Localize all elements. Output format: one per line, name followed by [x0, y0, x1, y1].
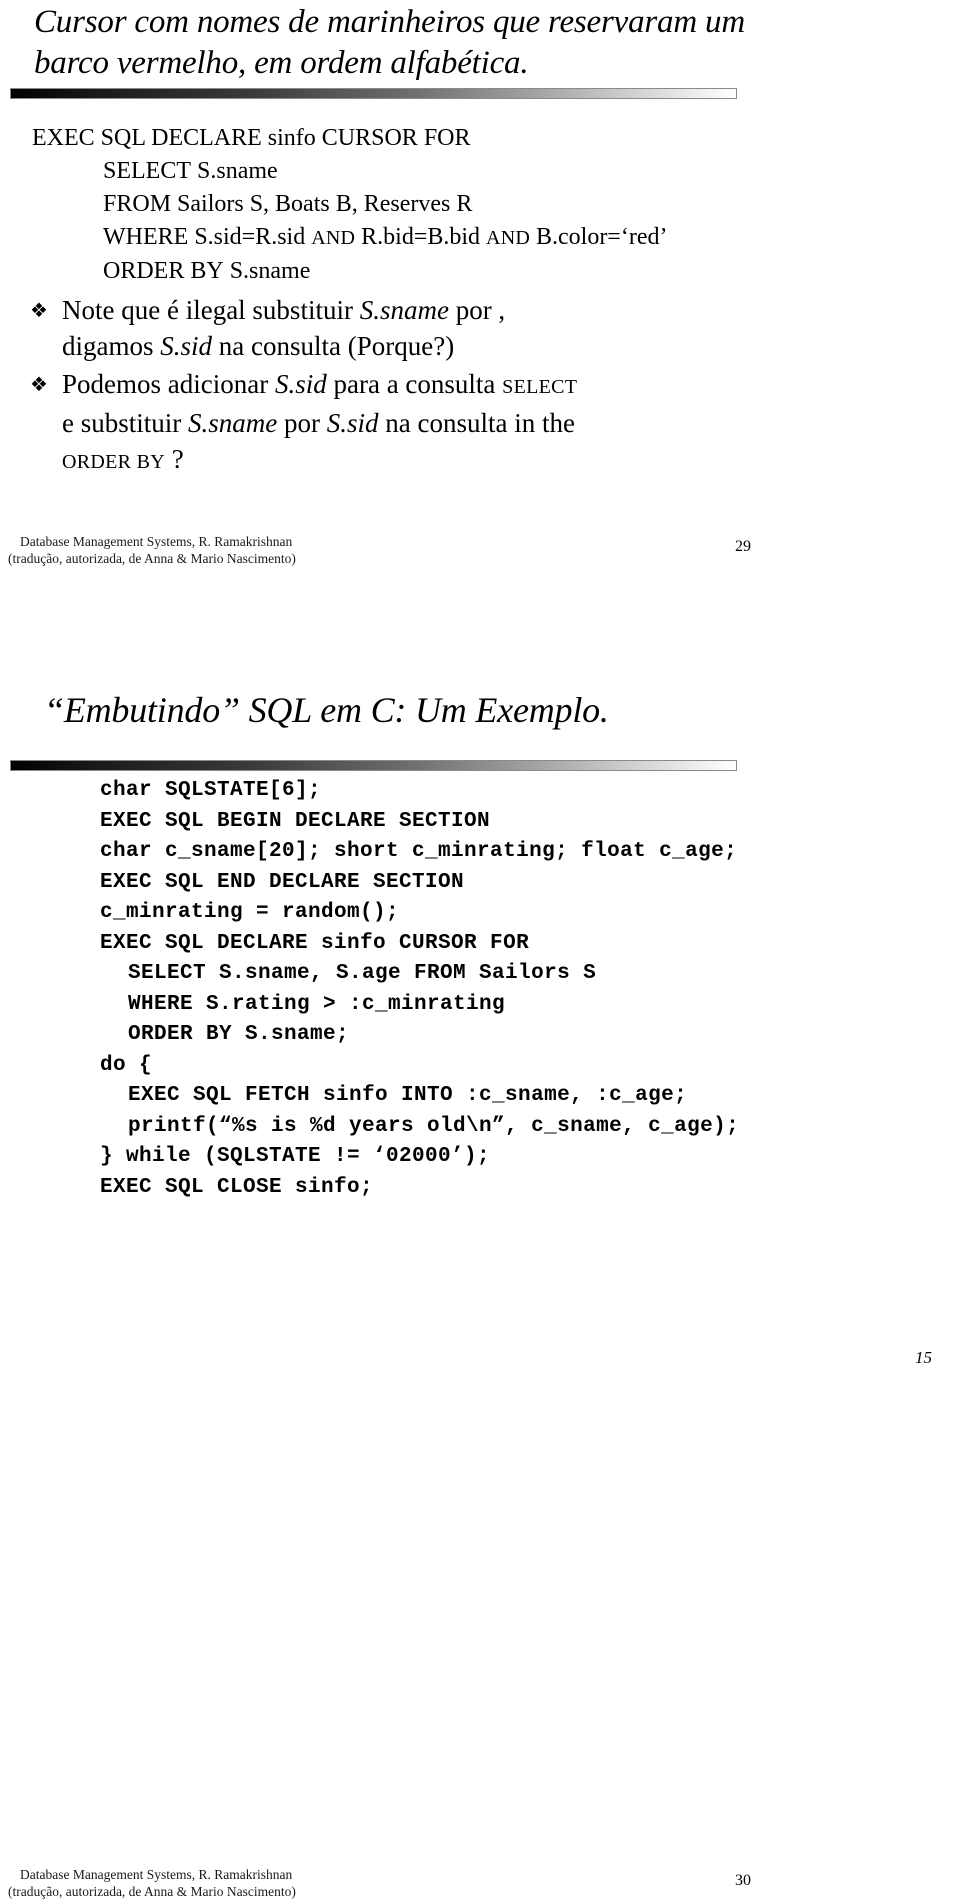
sql-expression: R.bid=B.bid: [355, 224, 487, 250]
bullet-text-part: por ,: [448, 295, 506, 325]
sql-line: SELECT S.sname: [0, 155, 900, 188]
sql-keyword: AND: [486, 227, 530, 249]
c-code-block: char SQLSTATE[6]; EXEC SQL BEGIN DECLARE…: [0, 776, 940, 1203]
sql-expression: Sailors S, Boats B, Reserves R: [171, 191, 473, 217]
code-line: printf(“%s is %d years old\n”, c_sname, …: [128, 1114, 740, 1138]
bullet-italic-term: S.sid: [160, 331, 213, 361]
code-line: EXEC SQL FETCH sinfo INTO :c_sname, :c_a…: [128, 1084, 688, 1107]
list-item: ❖ Podemos adicionar S.sid para a consult…: [0, 366, 900, 480]
code-line: c_minrating = random();: [100, 901, 400, 924]
bullet-text-part: Note que é ilegal substituir: [62, 295, 360, 325]
sql-keyword: AND: [311, 227, 356, 249]
code-line: do {: [100, 1053, 153, 1077]
footer-line-source: Database Management Systems, R. Ramakris…: [20, 534, 293, 549]
sql-keyword: EXEC SQL DECLARE: [32, 125, 262, 151]
sql-keyword: SELECT: [103, 158, 191, 184]
document-page: Cursor com nomes de marinheiros que rese…: [0, 0, 960, 1899]
slide-title: “Embutindo” SQL em C: Um Exemplo.: [44, 690, 609, 730]
bullet-italic-term: S.sname: [359, 295, 449, 325]
bullet-italic-term: S.sid: [326, 408, 379, 438]
code-line: char c_sname[20]; short c_minrating; flo…: [100, 840, 738, 863]
diamond-bullet-icon: ❖: [30, 300, 48, 322]
bullet-text-part: na consulta (Porque?): [212, 331, 455, 361]
sql-identifier: sinfo: [261, 125, 322, 151]
code-line: } while (SQLSTATE != ‘02000’);: [100, 1145, 491, 1168]
sql-expression: B.color=‘red’: [529, 224, 668, 250]
bullet-text-part: na consulta in the: [378, 408, 575, 438]
sql-keyword: ORDER BY: [103, 258, 224, 284]
footer-line-translation: (tradução, autorizada, de Anna & Mario N…: [8, 1884, 296, 1899]
sql-line: ORDER BY S.sname: [0, 255, 900, 288]
code-line: EXEC SQL CLOSE sinfo;: [100, 1175, 374, 1199]
bullet-smallcaps-keyword: SELECT: [502, 376, 578, 398]
slide-number: 29: [735, 538, 751, 555]
list-item: ❖ Note que é ilegal substituir S.sname p…: [0, 292, 900, 364]
bullet-italic-term: S.sname: [188, 408, 278, 438]
sql-keyword: FROM: [103, 191, 172, 217]
diamond-bullet-icon: ❖: [30, 374, 48, 396]
document-page-number: 15: [915, 1348, 932, 1367]
code-line: EXEC SQL BEGIN DECLARE SECTION: [100, 809, 491, 833]
sql-code-block: EXEC SQL DECLARE sinfo CURSOR FOR SELECT…: [0, 122, 900, 288]
bullet-text-part: Podemos adicionar: [62, 369, 275, 399]
bullet-italic-term: S.sid: [274, 369, 327, 399]
sql-keyword: WHERE: [103, 224, 189, 250]
code-line: SELECT S.sname, S.age FROM Sailors S: [128, 962, 597, 985]
code-line: char SQLSTATE[6];: [100, 779, 322, 802]
sql-expression: S.sid=R.sid: [188, 224, 312, 250]
code-line: ORDER BY S.sname;: [128, 1023, 350, 1046]
footer-line-translation: (tradução, autorizada, de Anna & Mario N…: [8, 551, 296, 566]
sql-expression: S.sname: [223, 258, 311, 284]
title-divider-rule: [10, 760, 737, 771]
bullet-text-part: para a consulta: [326, 369, 503, 399]
sql-line: WHERE S.sid=R.sid AND R.bid=B.bid AND B.…: [0, 221, 900, 255]
bullet-text-part: digamos: [62, 331, 161, 361]
bullet-text-part: e substituir: [62, 408, 188, 438]
footer-line-source: Database Management Systems, R. Ramakris…: [20, 1867, 293, 1882]
code-line: WHERE S.rating > :c_minrating: [128, 992, 506, 1016]
slide-footer-attribution: Database Management Systems, R. Ramakris…: [8, 533, 296, 567]
slide-number: 30: [735, 1872, 751, 1889]
bullet-smallcaps-keyword: ORDER BY: [62, 451, 165, 473]
slide-title: Cursor com nomes de marinheiros que rese…: [34, 4, 745, 81]
code-line: EXEC SQL DECLARE sinfo CURSOR FOR: [100, 931, 530, 955]
bullet-text-part: ?: [164, 444, 184, 474]
slide-footer-attribution: Database Management Systems, R. Ramakris…: [8, 1866, 296, 1900]
sql-expression: S.sname: [191, 158, 278, 184]
bullet-list: ❖ Note que é ilegal substituir S.sname p…: [0, 292, 900, 482]
sql-line: EXEC SQL DECLARE sinfo CURSOR FOR: [0, 122, 900, 155]
sql-line: FROM Sailors S, Boats B, Reserves R: [0, 188, 900, 221]
code-line: EXEC SQL END DECLARE SECTION: [100, 870, 465, 894]
sql-keyword: CURSOR FOR: [321, 125, 471, 151]
title-divider-rule: [10, 88, 737, 99]
bullet-text-part: por: [277, 408, 327, 438]
